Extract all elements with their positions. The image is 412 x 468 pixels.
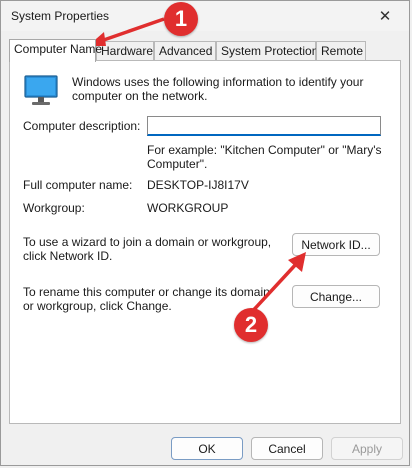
computer-name-panel: Windows uses the following information t…	[9, 60, 401, 424]
tab-strip: Computer Name Hardware Advanced System P…	[9, 39, 401, 62]
tab-computer-name[interactable]: Computer Name	[9, 39, 102, 62]
computer-description-input[interactable]	[147, 116, 381, 136]
network-id-button[interactable]: Network ID...	[292, 233, 380, 256]
description-example: For example: "Kitchen Computer" or "Mary…	[147, 143, 382, 171]
change-button[interactable]: Change...	[292, 285, 380, 308]
full-computer-name-value: DESKTOP-IJ8I17V	[147, 178, 249, 192]
window-title: System Properties	[11, 9, 110, 23]
ok-button[interactable]: OK	[171, 437, 243, 460]
apply-button[interactable]: Apply	[331, 437, 403, 460]
wizard-instructions: To use a wizard to join a domain or work…	[23, 235, 272, 263]
tab-hardware[interactable]: Hardware	[96, 41, 154, 60]
cancel-button[interactable]: Cancel	[251, 437, 323, 460]
full-computer-name-label: Full computer name:	[23, 178, 133, 192]
annotation-badge-2: 2	[234, 308, 268, 342]
intro-text: Windows uses the following information t…	[72, 75, 364, 103]
title-bar: System Properties ✕	[1, 1, 409, 31]
tab-system-protection[interactable]: System Protection	[216, 41, 318, 60]
workgroup-label: Workgroup:	[23, 201, 85, 215]
annotation-badge-1: 1	[164, 2, 198, 36]
system-properties-window: System Properties ✕ Computer Name Hardwa…	[0, 0, 410, 466]
close-icon[interactable]: ✕	[371, 5, 399, 27]
tab-remote[interactable]: Remote	[316, 41, 366, 60]
computer-description-label: Computer description:	[23, 119, 141, 133]
monitor-icon	[24, 75, 58, 105]
tab-advanced[interactable]: Advanced	[154, 41, 216, 60]
workgroup-value: WORKGROUP	[147, 201, 229, 215]
